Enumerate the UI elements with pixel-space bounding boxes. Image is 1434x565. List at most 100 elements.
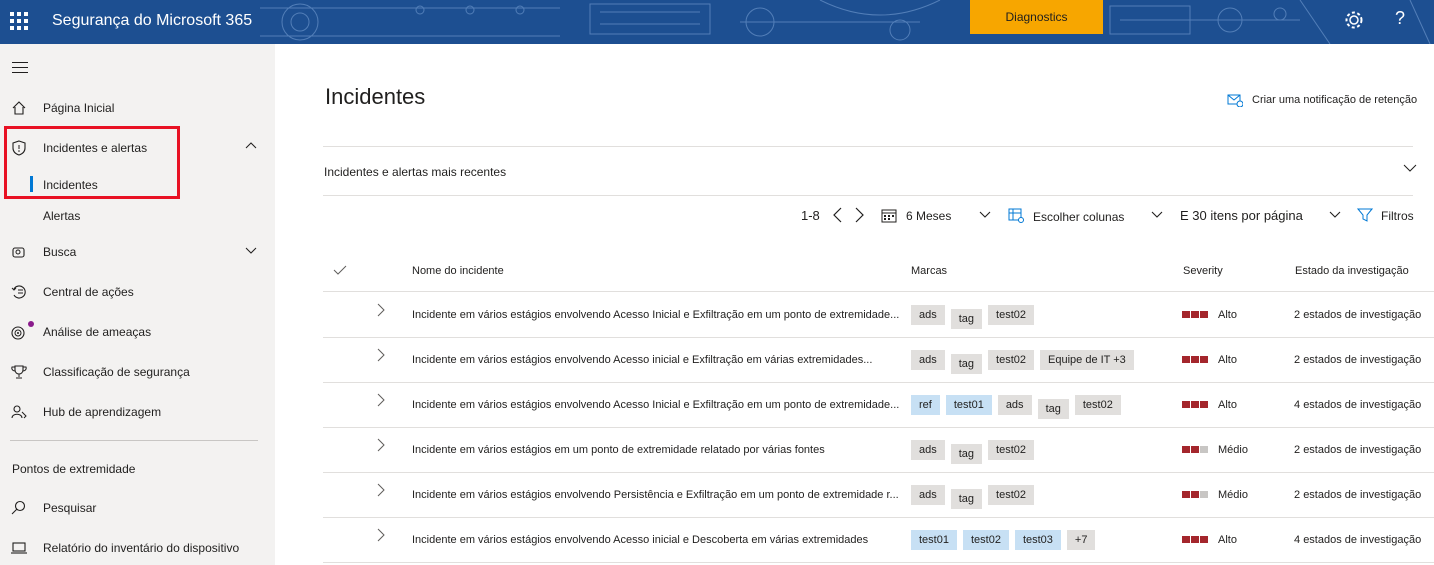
- sidebar-item-label: Classificação de segurança: [43, 365, 190, 379]
- tag-badge: test03: [1014, 530, 1061, 550]
- investigation-count: 2: [1294, 354, 1301, 366]
- sidebar-item-secure-score[interactable]: Classificação de segurança: [0, 357, 275, 387]
- investigation-count: 2: [1294, 309, 1301, 321]
- severity-block: [1191, 401, 1199, 408]
- trophy-icon: [11, 365, 27, 379]
- gear-icon[interactable]: [1343, 9, 1365, 31]
- tag-badge: test02: [988, 485, 1035, 505]
- hamburger-menu-icon[interactable]: [12, 62, 28, 77]
- sidebar-item-device-inventory[interactable]: Relatório do inventário do dispositivo: [0, 533, 275, 563]
- table-row[interactable]: Incidente em vários estágios envolvendo …: [323, 383, 1434, 428]
- chevron-right-icon[interactable]: [375, 483, 387, 497]
- search-icon: [11, 500, 26, 515]
- investigation-state[interactable]: 2 estados de investigação: [1294, 309, 1421, 321]
- sidebar-divider: [10, 440, 258, 441]
- table-row[interactable]: Incidente em vários estágios envolvendo …: [323, 293, 1434, 338]
- filter-icon: [1357, 208, 1373, 222]
- chevron-right-icon[interactable]: [375, 528, 387, 542]
- chevron-left-icon[interactable]: [831, 207, 845, 223]
- chevron-down-icon[interactable]: [1329, 210, 1341, 220]
- investigation-label: estados de investigação: [1303, 354, 1422, 366]
- severity-label: Médio: [1218, 489, 1248, 501]
- tags-cell: ads tag test02: [911, 440, 1040, 464]
- table-header: Nome do incidente Marcas Severity Estado…: [323, 254, 1434, 292]
- tag-badge: test02: [988, 440, 1035, 460]
- tag-badge: test02: [1074, 395, 1121, 415]
- table-row[interactable]: Incidente em vários estágios envolvendo …: [323, 473, 1434, 518]
- chevron-right-icon[interactable]: [375, 393, 387, 407]
- incident-name[interactable]: Incidente em vários estágios envolvendo …: [412, 534, 925, 546]
- tags-cell: test01 test02 test03 +7: [911, 530, 1101, 550]
- incident-name[interactable]: Incidente em vários estágios envolvendo …: [412, 309, 925, 321]
- sidebar-item-search[interactable]: Pesquisar: [0, 493, 275, 523]
- chevron-up-icon[interactable]: [244, 139, 258, 153]
- sidebar-item-label: Alertas: [43, 209, 81, 223]
- chevron-right-icon[interactable]: [375, 348, 387, 362]
- investigation-state[interactable]: 4 estados de investigação: [1294, 399, 1421, 411]
- column-header-severity[interactable]: Severity: [1183, 265, 1223, 277]
- recent-incidents-section[interactable]: Incidentes e alertas mais recentes: [323, 146, 1417, 196]
- chevron-right-icon[interactable]: [375, 438, 387, 452]
- investigation-state[interactable]: 2 estados de investigação: [1294, 444, 1421, 456]
- investigation-state[interactable]: 4 estados de investigação: [1294, 534, 1421, 546]
- severity-indicator: Médio: [1182, 489, 1262, 502]
- column-header-investigation[interactable]: Estado da investigação: [1295, 265, 1409, 277]
- chevron-right-icon[interactable]: [852, 207, 866, 223]
- column-header-name[interactable]: Nome do incidente: [412, 265, 504, 277]
- sidebar-item-hunting[interactable]: Busca: [0, 237, 275, 267]
- sidebar-item-home[interactable]: Página Inicial: [0, 93, 275, 123]
- sidebar-item-alerts[interactable]: Alertas: [0, 201, 275, 231]
- filters-label: Filtros: [1381, 209, 1414, 223]
- severity-indicator: Alto: [1182, 354, 1262, 367]
- severity-indicator: Alto: [1182, 309, 1262, 322]
- column-header-tags[interactable]: Marcas: [911, 265, 947, 277]
- severity-indicator: Alto: [1182, 399, 1262, 412]
- severity-indicator: Alto: [1182, 534, 1262, 547]
- table-row[interactable]: Incidente em vários estágios em um ponto…: [323, 428, 1434, 473]
- time-period-label: 6 Meses: [906, 209, 952, 223]
- severity-label: Alto: [1218, 354, 1237, 366]
- sidebar-item-label: Página Inicial: [43, 101, 115, 115]
- app-launcher-icon[interactable]: [10, 12, 28, 30]
- sidebar-item-label: Busca: [43, 245, 77, 259]
- incident-name[interactable]: Incidente em vários estágios em um ponto…: [412, 444, 925, 456]
- sidebar-item-label: Análise de ameaças: [43, 325, 152, 339]
- tag-badge: tag: [950, 444, 983, 464]
- device-inventory-icon: [11, 542, 27, 554]
- investigation-label: estados de investigação: [1303, 534, 1422, 546]
- notification-dot: [28, 321, 34, 327]
- investigation-label: estados de investigação: [1303, 399, 1422, 411]
- action-center-icon: [11, 285, 26, 299]
- items-per-page-dropdown[interactable]: E 30 itens por página: [1180, 208, 1303, 228]
- app-title[interactable]: Segurança do Microsoft 365: [52, 12, 252, 30]
- sidebar-item-action-center[interactable]: Central de ações: [0, 277, 275, 307]
- sidebar-item-label: Relatório do inventário do dispositivo: [43, 541, 240, 555]
- diagnostics-button[interactable]: Diagnostics: [970, 0, 1103, 34]
- help-button[interactable]: ?: [1395, 8, 1405, 29]
- investigation-label: estados de investigação: [1303, 309, 1422, 321]
- incident-name[interactable]: Incidente em vários estágios envolvendo …: [412, 399, 925, 411]
- threat-analytics-icon: [11, 326, 25, 340]
- table-row[interactable]: Incidente em vários estágios envolvendo …: [323, 338, 1434, 383]
- sidebar-item-threat-analytics[interactable]: Análise de ameaças: [0, 317, 275, 347]
- create-retention-notification-button[interactable]: Criar uma notificação de retenção: [1227, 94, 1417, 107]
- chevron-right-icon[interactable]: [375, 303, 387, 317]
- tag-badge: ads: [997, 395, 1032, 415]
- chevron-down-icon[interactable]: [244, 243, 258, 257]
- chevron-down-icon[interactable]: [1403, 161, 1417, 175]
- page-title: Incidentes: [325, 84, 426, 109]
- incident-name[interactable]: Incidente em vários estágios envolvendo …: [412, 354, 925, 366]
- investigation-count: 4: [1294, 534, 1301, 546]
- investigation-state[interactable]: 2 estados de investigação: [1294, 354, 1421, 366]
- tag-badge: +7: [1066, 530, 1096, 550]
- table-row[interactable]: Incidente em vários estágios envolvendo …: [323, 518, 1434, 563]
- select-all-checkmark-icon[interactable]: [333, 264, 347, 276]
- incident-name[interactable]: Incidente em vários estágios envolvendo …: [412, 489, 925, 501]
- chevron-down-icon[interactable]: [1151, 210, 1163, 220]
- sidebar-item-learning-hub[interactable]: Hub de aprendizagem: [0, 397, 275, 427]
- chevron-down-icon[interactable]: [979, 210, 991, 220]
- severity-block: [1191, 311, 1199, 318]
- severity-block: [1182, 491, 1190, 498]
- sidebar-item-label: Hub de aprendizagem: [43, 405, 162, 419]
- investigation-state[interactable]: 2 estados de investigação: [1294, 489, 1421, 501]
